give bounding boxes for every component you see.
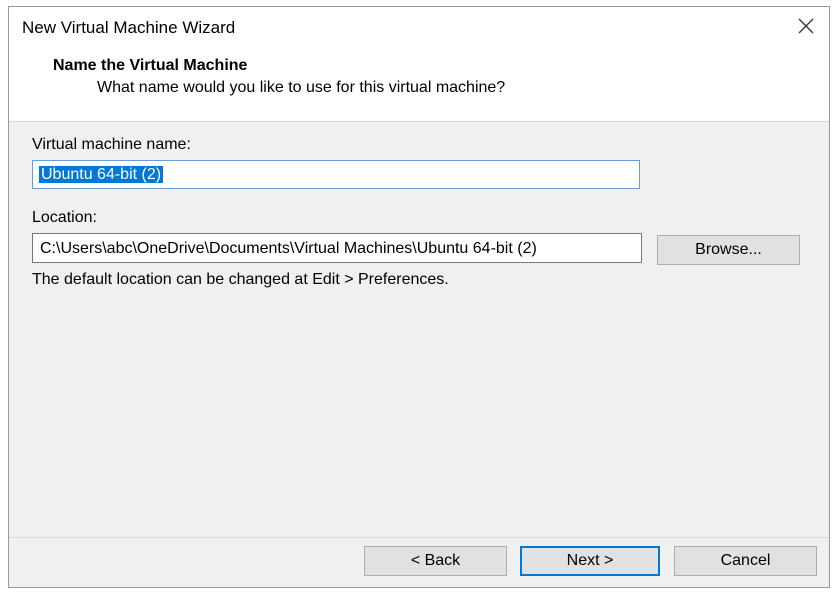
browse-button[interactable]: Browse... [657,235,800,265]
location-hint: The default location can be changed at E… [32,271,449,288]
next-button[interactable]: Next > [520,546,660,576]
vm-name-value: Ubuntu 64-bit (2) [39,166,164,183]
location-input[interactable]: C:\Users\abc\OneDrive\Documents\Virtual … [32,233,642,263]
wizard-header: Name the Virtual Machine What name would… [9,47,829,122]
title-bar: New Virtual Machine Wizard [9,7,829,47]
vm-name-label: Virtual machine name: [32,136,191,153]
wizard-window: New Virtual Machine Wizard Name the Virt… [8,6,830,588]
close-icon [798,18,814,34]
window-title: New Virtual Machine Wizard [22,18,236,37]
page-title: Name the Virtual Machine [53,57,248,74]
footer-divider [9,537,829,538]
vm-name-input[interactable]: Ubuntu 64-bit (2) [32,160,640,189]
location-label: Location: [32,209,97,226]
close-button[interactable] [793,13,819,39]
back-button[interactable]: < Back [364,546,507,576]
cancel-button[interactable]: Cancel [674,546,817,576]
page-subtitle: What name would you like to use for this… [97,79,506,96]
